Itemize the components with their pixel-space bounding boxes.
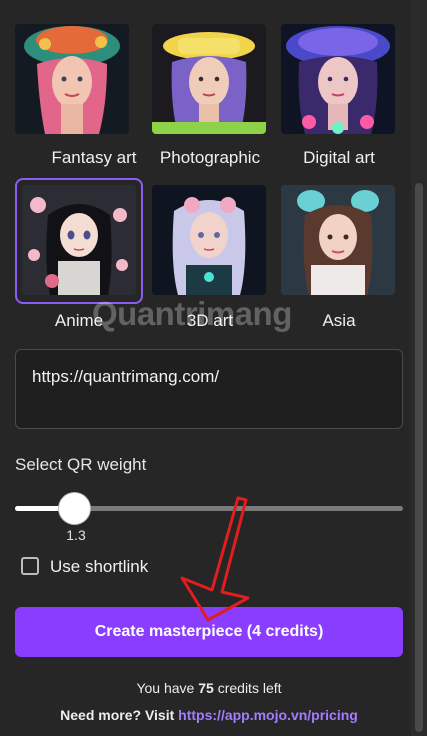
scrollbar-thumb[interactable]	[415, 183, 423, 732]
need-more-text: Need more? Visit	[60, 707, 175, 723]
shortlink-label: Use shortlink	[50, 557, 149, 576]
watermark: Quantrimang	[92, 295, 292, 332]
pricing-link[interactable]: https://app.mojo.vn/pricing	[178, 707, 358, 723]
style-thumb-asia[interactable]	[281, 185, 395, 295]
selected-style-frame	[15, 178, 143, 304]
credits-count: 75	[198, 680, 214, 696]
shortlink-checkbox[interactable]	[21, 557, 39, 575]
style-label-photographic: Photographic	[159, 148, 261, 167]
need-more-credits: Need more? Visit https://app.mojo.vn/pri…	[0, 707, 418, 723]
url-input[interactable]: https://quantrimang.com/	[15, 349, 403, 429]
credits-prefix: You have	[136, 680, 195, 696]
qr-weight-slider-handle[interactable]	[59, 493, 90, 524]
style-thumb-photographic[interactable]	[152, 24, 266, 134]
style-thumb-fantasy-art[interactable]	[15, 24, 129, 134]
style-thumb-digital-art[interactable]	[281, 24, 395, 134]
credits-remaining: You have 75 credits left	[0, 680, 418, 696]
style-thumb-3d-art[interactable]	[152, 185, 266, 295]
credits-suffix: credits left	[217, 680, 282, 696]
create-masterpiece-button[interactable]: Create masterpiece (4 credits)	[15, 607, 403, 657]
style-label-digital-art: Digital art	[303, 148, 375, 167]
style-panel: Fantasy art Photographic Digital art Ani…	[0, 0, 427, 736]
qr-weight-label: Select QR weight	[15, 455, 147, 474]
qr-weight-value: 1.3	[66, 527, 86, 543]
scrollbar[interactable]	[411, 0, 427, 736]
